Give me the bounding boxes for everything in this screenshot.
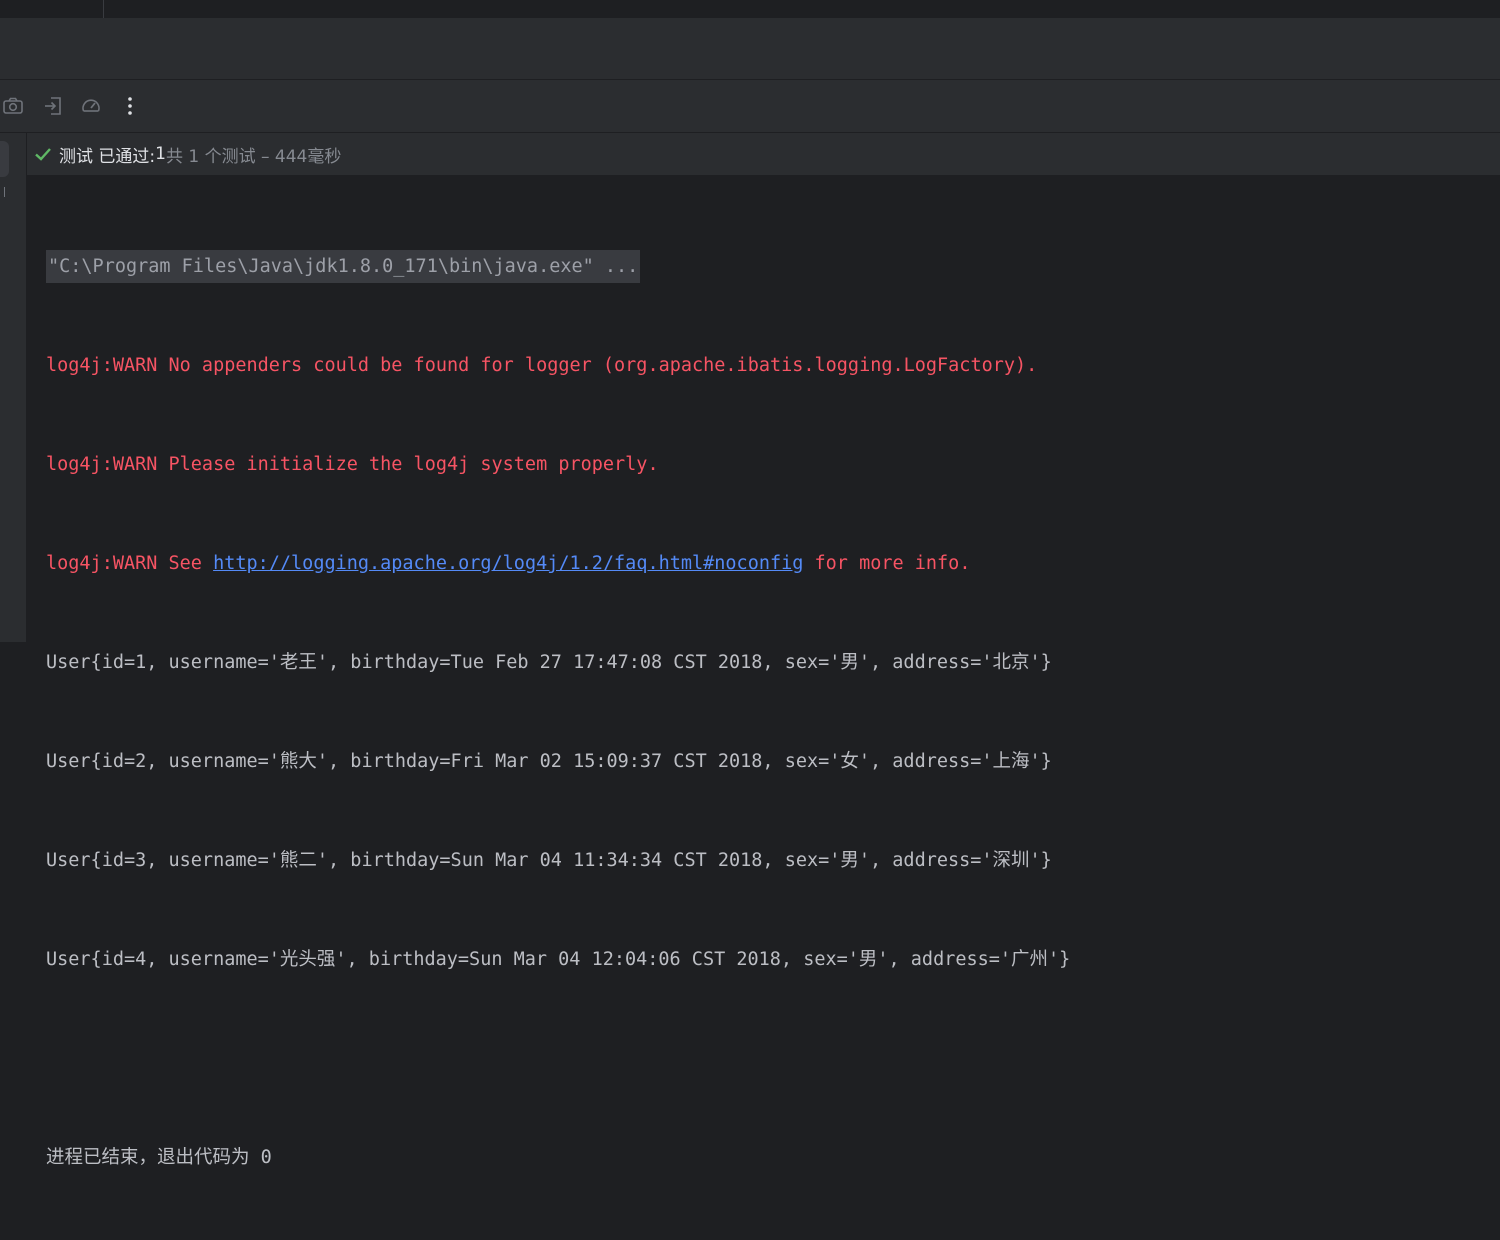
console-output-line: User{id=3, username='熊二', birthday=Sun M… <box>46 850 1052 871</box>
import-icon[interactable] <box>41 94 65 118</box>
console-output-line: User{id=4, username='光头强', birthday=Sun … <box>46 949 1071 970</box>
panel-header <box>0 18 1500 80</box>
test-summary: 共 1 个测试 – 444毫秒 <box>165 146 342 167</box>
console-output-line: User{id=1, username='老王', birthday=Tue F… <box>46 652 1052 673</box>
gutter-marker <box>0 187 5 197</box>
test-status-bar: 测试 已通过: 1共 1 个测试 – 444毫秒 <box>27 133 1500 175</box>
more-vertical-icon[interactable] <box>118 94 142 118</box>
test-passed-label: 测试 已通过: <box>59 146 156 167</box>
tab-separator <box>103 0 104 18</box>
left-gutter <box>0 133 27 642</box>
console-output: "C:\Program Files\Java\jdk1.8.0_171\bin\… <box>46 184 1486 1240</box>
console-output-line: User{id=2, username='熊大', birthday=Fri M… <box>46 751 1052 772</box>
run-output-panel: 测试 已通过: 1共 1 个测试 – 444毫秒 "C:\Program Fil… <box>27 133 1500 1168</box>
gutter-toggle-button[interactable] <box>0 141 9 177</box>
test-passed-count: 1 <box>155 144 166 164</box>
console-command-line[interactable]: "C:\Program Files\Java\jdk1.8.0_171\bin\… <box>46 250 641 283</box>
editor-tab-strip <box>0 0 1500 18</box>
console-exit-message: 进程已结束，退出代码为 0 <box>46 1147 272 1168</box>
speedometer-icon[interactable] <box>79 94 103 118</box>
console-warn-suffix: for more info. <box>803 553 971 574</box>
console-warn-prefix: log4j:WARN See <box>46 553 214 574</box>
camera-icon[interactable] <box>1 94 25 118</box>
console-link[interactable]: http://logging.apache.org/log4j/1.2/faq.… <box>213 553 803 574</box>
check-icon <box>35 148 51 161</box>
console-warn-line: log4j:WARN Please initialize the log4j s… <box>46 454 659 475</box>
run-toolbar <box>0 80 1500 133</box>
console-warn-line: log4j:WARN No appenders could be found f… <box>46 355 1038 376</box>
